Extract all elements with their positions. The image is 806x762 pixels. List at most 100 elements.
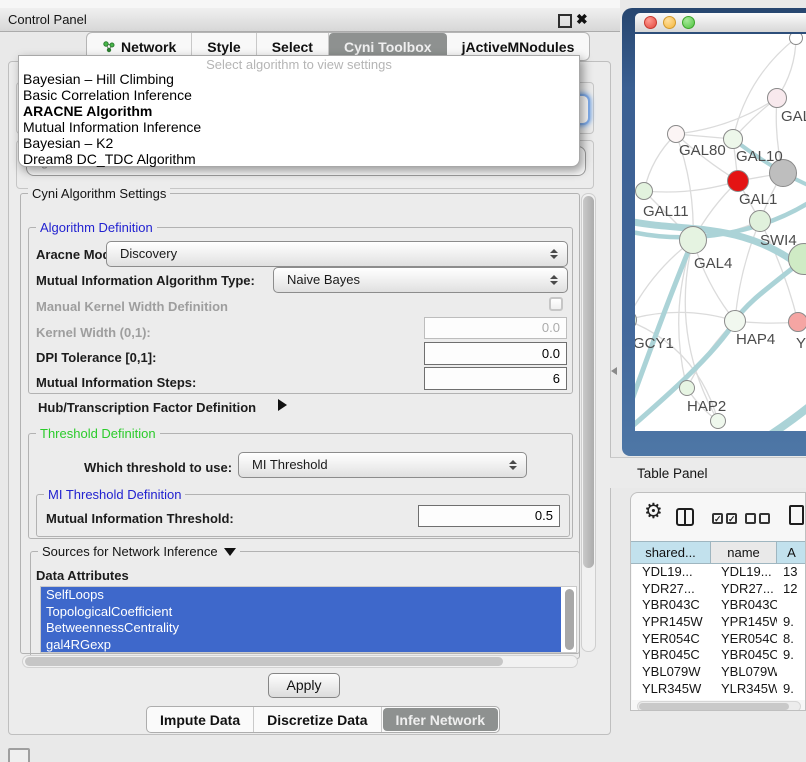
close-icon[interactable]: ✖	[576, 11, 588, 27]
network-node-gal11[interactable]	[635, 182, 653, 200]
minimize-traffic-light[interactable]	[663, 16, 676, 29]
algorithm-dropdown-popup: Select algorithm to view settings Bayesi…	[18, 55, 580, 167]
network-window-titlebar[interactable]	[635, 13, 806, 32]
table-cell: YLR345W	[711, 681, 777, 698]
table-horizontal-scrollbar[interactable]	[637, 701, 801, 711]
network-node-bottom[interactable]	[710, 413, 726, 429]
data-attributes-list[interactable]: SelfLoopsTopologicalCoefficientBetweenne…	[40, 586, 577, 653]
network-node-pink2[interactable]	[788, 312, 806, 332]
table-cell: YBR045C	[711, 647, 777, 664]
table-rows: YDL19...YDL19...13YDR27...YDR27...12YBR0…	[632, 564, 806, 700]
node-label: GAL80	[679, 142, 726, 159]
table-row[interactable]: YDR27...YDR27...12	[632, 581, 806, 598]
table-row[interactable]: YPR145WYPR145W9.	[632, 614, 806, 631]
combo-spinner-icon	[550, 275, 558, 285]
table-cell: YPR145W	[632, 614, 711, 631]
aracne-mode-combo[interactable]: Discovery	[106, 241, 568, 267]
tab-discretize-data[interactable]: Discretize Data	[254, 707, 381, 732]
list-item[interactable]: SelfLoops	[41, 587, 561, 604]
node-label: GAL4	[694, 255, 732, 272]
minimized-panel-button[interactable]	[8, 748, 30, 762]
table-row[interactable]: YER054CYER054C8.	[632, 631, 806, 648]
network-node-gal80[interactable]	[667, 125, 685, 143]
node-label: SWI4	[760, 232, 797, 249]
table-panel: ⚙ ✓ ✓ shared...nameA YDL19...YDL19...13Y…	[630, 492, 806, 711]
table-cell: YBR045C	[632, 647, 711, 664]
column-header[interactable]: A	[777, 541, 806, 564]
table-row[interactable]: YBR043CYBR043C	[632, 597, 806, 614]
node-label: Y	[796, 335, 806, 352]
menu-item-bayesian-k2[interactable]: Bayesian – K2	[19, 135, 579, 151]
network-canvas[interactable]: GALGAL80GAL10GAL1GAL11SWI4GAL4GCY1HAP4YH…	[635, 34, 806, 431]
network-edge[interactable]	[644, 181, 738, 192]
tab-label: jActiveMNodules	[462, 39, 575, 55]
dpi-tolerance-input[interactable]: 0.0	[424, 342, 567, 365]
tab-infer-network[interactable]: Infer Network	[383, 708, 498, 731]
zoom-traffic-light[interactable]	[682, 16, 695, 29]
gear-icon[interactable]: ⚙	[644, 499, 663, 524]
table-row[interactable]: YBL079WYBL079W	[632, 664, 806, 681]
group-title: Cyni Algorithm Settings	[28, 185, 170, 202]
which-threshold-combo[interactable]: MI Threshold	[238, 452, 527, 478]
scrollbar-thumb[interactable]	[25, 657, 503, 666]
select-all-checkbox-icon[interactable]: ✓	[712, 513, 723, 524]
kernel-width-input[interactable]: 0.0	[424, 317, 567, 339]
settings-horizontal-scrollbar[interactable]	[22, 655, 578, 668]
new-table-icon[interactable]	[789, 505, 804, 525]
mi-steps-input[interactable]: 6	[424, 367, 567, 390]
mi-type-combo[interactable]: Naive Bayes	[273, 267, 568, 293]
select-all-checkbox-icon[interactable]: ✓	[726, 513, 737, 524]
list-item[interactable]: TopologicalCoefficient	[41, 604, 561, 621]
network-node-gal4[interactable]	[679, 226, 707, 254]
table-row[interactable]: YDL19...YDL19...13	[632, 564, 806, 581]
mi-steps-label: Mutual Information Steps:	[36, 375, 196, 390]
list-scrollbar-thumb[interactable]	[565, 589, 574, 650]
tab-impute-data[interactable]: Impute Data	[147, 707, 254, 732]
menu-item-bayesian-hill-climbing[interactable]: Bayesian – Hill Climbing	[19, 71, 579, 87]
network-node-swi4[interactable]	[749, 210, 771, 232]
panel-title: Control Panel	[8, 12, 87, 27]
node-label: GCY1	[635, 335, 674, 352]
collapse-arrow-icon[interactable]	[224, 548, 236, 556]
mi-threshold-input[interactable]: 0.5	[418, 505, 560, 527]
network-node-pink1[interactable]	[767, 88, 787, 108]
menu-item-dream8[interactable]: Dream8 DC_TDC Algorithm	[19, 151, 579, 167]
data-attributes-label: Data Attributes	[36, 568, 129, 583]
deselect-all-checkbox-icon[interactable]	[759, 513, 770, 524]
table-row[interactable]: YIL053CYIL053C0.	[632, 698, 806, 701]
table-cell: 8.	[777, 631, 806, 648]
menu-item-basic-correlation[interactable]: Basic Correlation Inference	[19, 87, 579, 103]
network-node-hap4[interactable]	[724, 310, 746, 332]
menu-item-aracne[interactable]: ARACNE Algorithm	[19, 103, 579, 119]
network-edge-thick[interactable]	[720, 406, 806, 431]
close-traffic-light[interactable]	[644, 16, 657, 29]
manual-kernel-checkbox[interactable]	[549, 297, 563, 311]
table-row[interactable]: YLR345WYLR345W9.	[632, 681, 806, 698]
group-title: MI Threshold Definition	[44, 486, 185, 503]
network-node-hap2[interactable]	[679, 380, 695, 396]
menu-item-mutual-information[interactable]: Mutual Information Inference	[19, 119, 579, 135]
columns-icon[interactable]	[676, 508, 694, 526]
table-cell: 0.	[777, 698, 806, 701]
combo-value: Naive Bayes	[287, 272, 360, 287]
network-node-gal10[interactable]	[723, 129, 743, 149]
node-label: GAL	[781, 108, 806, 125]
combo-value: Discovery	[120, 246, 177, 261]
group-title: Algorithm Definition	[36, 219, 157, 236]
list-item[interactable]: BetweennessCentrality	[41, 620, 561, 637]
expand-arrow-icon[interactable]	[278, 399, 287, 411]
column-header[interactable]: name	[711, 541, 777, 564]
settings-vertical-scrollbar[interactable]	[581, 193, 596, 652]
float-window-icon[interactable]	[558, 14, 572, 28]
scrollbar-thumb[interactable]	[639, 703, 789, 710]
network-node-red[interactable]	[727, 170, 749, 192]
apply-button[interactable]: Apply	[268, 673, 340, 698]
splitter-collapse-icon[interactable]	[611, 367, 617, 375]
table-row[interactable]: YBR045CYBR045C9.	[632, 647, 806, 664]
network-edge[interactable]	[676, 98, 777, 134]
scrollbar-thumb[interactable]	[583, 196, 594, 568]
column-header[interactable]: shared...	[631, 541, 711, 564]
list-item[interactable]: gal4RGexp	[41, 637, 561, 654]
deselect-all-checkbox-icon[interactable]	[745, 513, 756, 524]
popup-prompt: Select algorithm to view settings	[19, 56, 579, 71]
